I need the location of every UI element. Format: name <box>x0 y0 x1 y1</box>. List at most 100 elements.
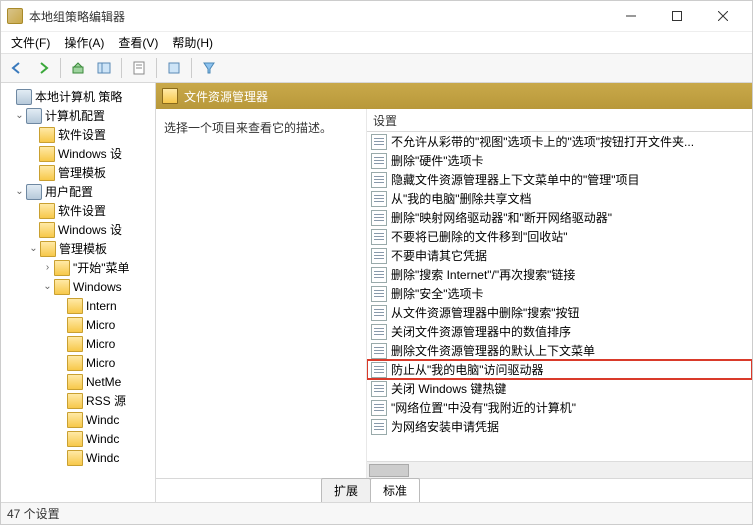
tree-item[interactable]: Windows 设 <box>1 220 155 239</box>
forward-button[interactable] <box>31 56 55 80</box>
policy-icon <box>371 419 387 435</box>
setting-row[interactable]: 删除"安全"选项卡 <box>367 284 752 303</box>
minimize-button[interactable] <box>608 1 654 31</box>
scroll-thumb[interactable] <box>369 464 409 477</box>
folder-icon <box>67 336 83 352</box>
tree-user-config[interactable]: ⌄用户配置 <box>1 182 155 201</box>
setting-row[interactable]: 关闭 Windows 键热键 <box>367 379 752 398</box>
policy-icon <box>371 153 387 169</box>
setting-row[interactable]: 防止从"我的电脑"访问驱动器 <box>367 360 752 379</box>
setting-row[interactable]: "网络位置"中没有"我附近的计算机" <box>367 398 752 417</box>
folder-icon <box>67 450 83 466</box>
folder-icon <box>67 393 83 409</box>
expand-icon[interactable]: ⌄ <box>13 110 26 121</box>
folder-icon <box>39 203 55 219</box>
policy-icon <box>371 229 387 245</box>
properties-button[interactable] <box>127 56 151 80</box>
view-tabs: 扩展 标准 <box>156 478 752 502</box>
tree-item[interactable]: Windows 设 <box>1 144 155 163</box>
folder-icon <box>39 222 55 238</box>
folder-icon <box>67 374 83 390</box>
maximize-button[interactable] <box>654 1 700 31</box>
tree-item[interactable]: Micro <box>1 334 155 353</box>
policy-icon <box>371 362 387 378</box>
tree-item[interactable]: Windc <box>1 410 155 429</box>
titlebar: 本地组策略编辑器 <box>1 1 752 31</box>
folder-icon <box>39 146 55 162</box>
status-bar: 47 个设置 <box>1 502 752 524</box>
setting-row[interactable]: 从"我的电脑"删除共享文档 <box>367 189 752 208</box>
column-header-setting[interactable]: 设置 <box>367 109 752 132</box>
setting-row[interactable]: 删除"搜索 Internet"/"再次搜索"链接 <box>367 265 752 284</box>
content-title: 文件资源管理器 <box>184 88 268 105</box>
tree-item[interactable]: NetMe <box>1 372 155 391</box>
tree-item[interactable]: Windc <box>1 429 155 448</box>
tab-extended[interactable]: 扩展 <box>321 478 371 502</box>
tree-item[interactable]: Windc <box>1 448 155 467</box>
show-hide-button[interactable] <box>92 56 116 80</box>
tab-standard[interactable]: 标准 <box>370 478 420 502</box>
policy-icon <box>371 210 387 226</box>
tree-item[interactable]: Micro <box>1 315 155 334</box>
expand-icon[interactable]: ⌄ <box>13 186 26 197</box>
tree-windows[interactable]: ⌄Windows <box>1 277 155 296</box>
folder-icon <box>54 279 70 295</box>
menu-help[interactable]: 帮助(H) <box>166 32 219 53</box>
tree-admin-templates[interactable]: ⌄管理模板 <box>1 239 155 258</box>
setting-row[interactable]: 不要申请其它凭据 <box>367 246 752 265</box>
policy-icon <box>371 343 387 359</box>
expand-icon[interactable]: ⌄ <box>27 243 40 254</box>
tree-start-menu[interactable]: ›"开始"菜单 <box>1 258 155 277</box>
computer-icon <box>16 89 32 105</box>
tree-item[interactable]: 软件设置 <box>1 125 155 144</box>
setting-row[interactable]: 从文件资源管理器中删除"搜索"按钮 <box>367 303 752 322</box>
menu-action[interactable]: 操作(A) <box>58 32 110 53</box>
computer-icon <box>26 108 42 124</box>
setting-row[interactable]: 不允许从彩带的"视图"选项卡上的"选项"按钮打开文件夹... <box>367 132 752 151</box>
tree-computer-config[interactable]: ⌄计算机配置 <box>1 106 155 125</box>
setting-row[interactable]: 删除"硬件"选项卡 <box>367 151 752 170</box>
folder-icon <box>39 127 55 143</box>
setting-row[interactable]: 删除"映射网络驱动器"和"断开网络驱动器" <box>367 208 752 227</box>
back-button[interactable] <box>5 56 29 80</box>
help-button[interactable] <box>162 56 186 80</box>
folder-icon <box>162 88 178 104</box>
window-title: 本地组策略编辑器 <box>29 8 608 25</box>
setting-row[interactable]: 不要将已删除的文件移到"回收站" <box>367 227 752 246</box>
filter-button[interactable] <box>197 56 221 80</box>
tree-root[interactable]: 本地计算机 策略 <box>1 87 155 106</box>
menu-file[interactable]: 文件(F) <box>5 32 56 53</box>
policy-icon <box>371 134 387 150</box>
folder-icon <box>39 165 55 181</box>
toolbar <box>1 53 752 83</box>
policy-icon <box>371 172 387 188</box>
tree-item[interactable]: Micro <box>1 353 155 372</box>
app-icon <box>7 8 23 24</box>
policy-icon <box>371 324 387 340</box>
policy-icon <box>371 191 387 207</box>
content-header: 文件资源管理器 <box>156 83 752 109</box>
user-icon <box>26 184 42 200</box>
tree-item[interactable]: RSS 源 <box>1 391 155 410</box>
expand-icon[interactable]: › <box>41 262 54 273</box>
folder-icon <box>54 260 70 276</box>
setting-row[interactable]: 关闭文件资源管理器中的数值排序 <box>367 322 752 341</box>
policy-icon <box>371 400 387 416</box>
tree-item[interactable]: Intern <box>1 296 155 315</box>
folder-icon <box>67 317 83 333</box>
policy-icon <box>371 381 387 397</box>
setting-row[interactable]: 隐藏文件资源管理器上下文菜单中的"管理"项目 <box>367 170 752 189</box>
tree-item[interactable]: 软件设置 <box>1 201 155 220</box>
expand-icon[interactable]: ⌄ <box>41 281 54 292</box>
tree-view[interactable]: 本地计算机 策略 ⌄计算机配置 软件设置 Windows 设 管理模板 ⌄用户配… <box>1 83 156 502</box>
up-button[interactable] <box>66 56 90 80</box>
settings-list[interactable]: 不允许从彩带的"视图"选项卡上的"选项"按钮打开文件夹...删除"硬件"选项卡隐… <box>367 132 752 461</box>
setting-row[interactable]: 删除文件资源管理器的默认上下文菜单 <box>367 341 752 360</box>
horizontal-scrollbar[interactable] <box>367 461 752 478</box>
menu-view[interactable]: 查看(V) <box>112 32 164 53</box>
tree-item[interactable]: 管理模板 <box>1 163 155 182</box>
close-button[interactable] <box>700 1 746 31</box>
folder-icon <box>67 431 83 447</box>
setting-row[interactable]: 为网络安装申请凭据 <box>367 417 752 436</box>
description-pane: 选择一个项目来查看它的描述。 <box>156 109 366 478</box>
